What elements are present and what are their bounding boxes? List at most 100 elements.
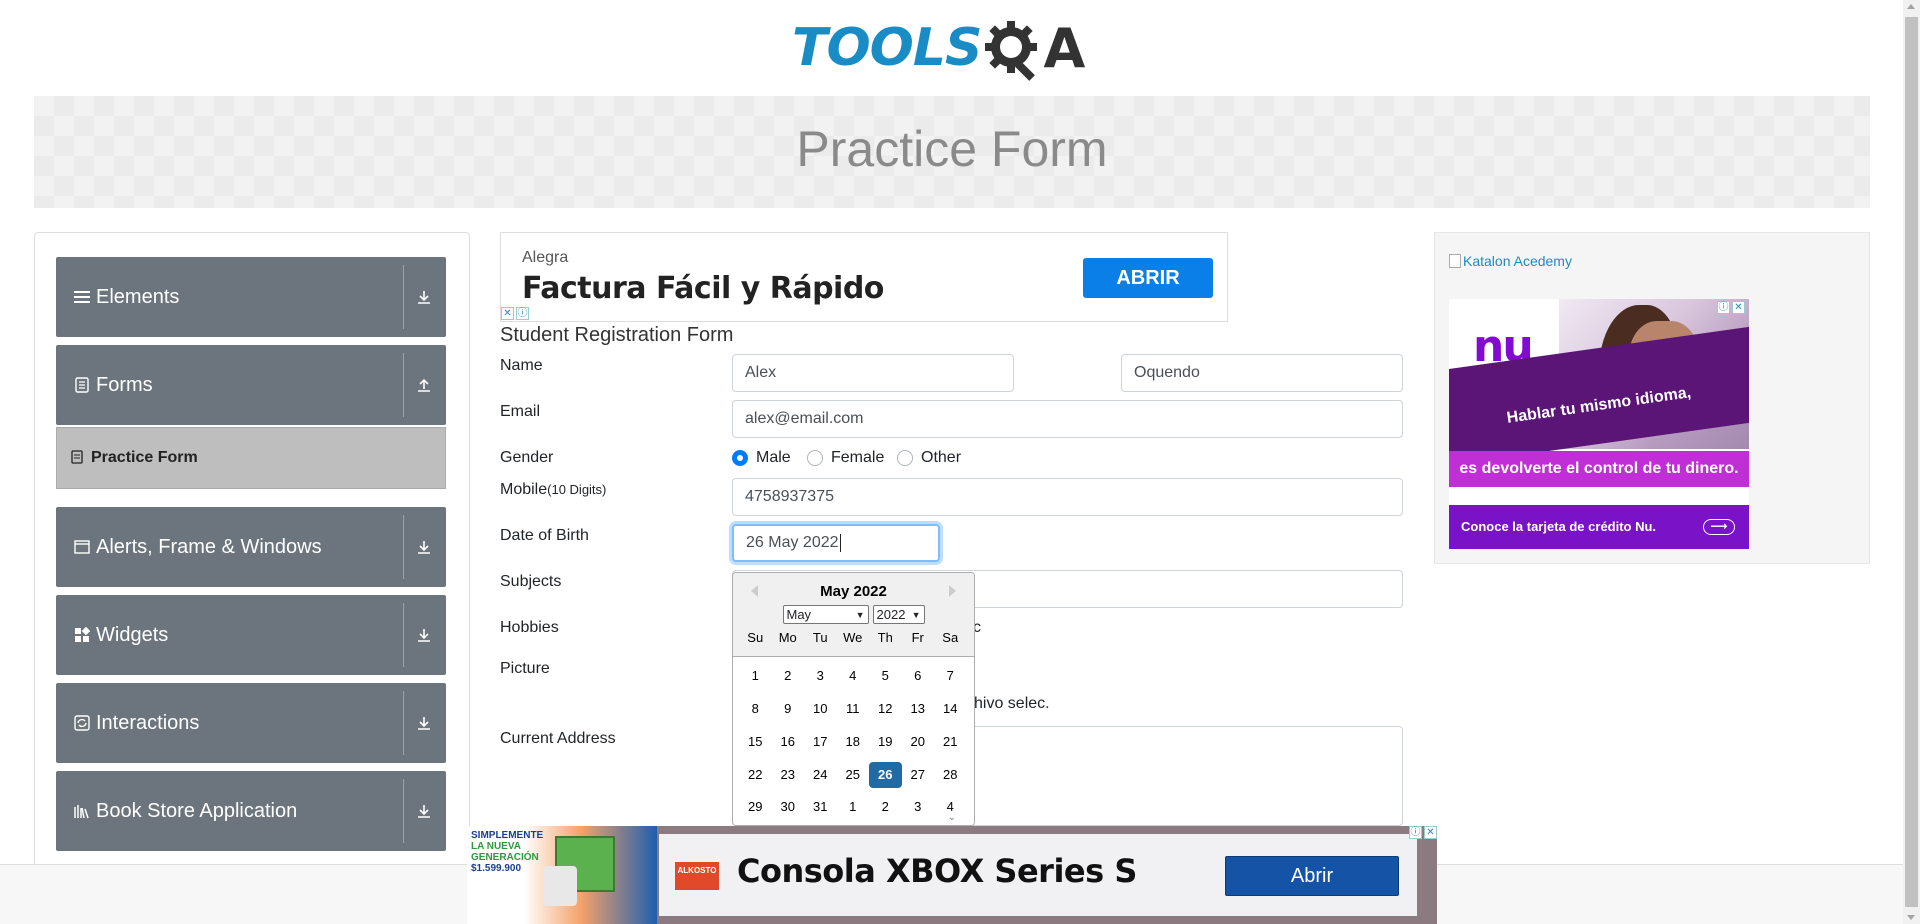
next-month-icon[interactable] xyxy=(949,585,956,597)
day-cell[interactable]: 16 xyxy=(772,729,805,755)
day-cell[interactable]: 1 xyxy=(739,663,772,689)
group-separator xyxy=(403,779,404,843)
document-icon xyxy=(74,377,90,393)
month-select-value: May xyxy=(786,607,812,622)
day-cell[interactable]: 15 xyxy=(739,729,772,755)
close-icon[interactable]: ✕ xyxy=(1424,826,1437,839)
email-input[interactable]: alex@email.com xyxy=(732,400,1403,438)
sidebar: Elements Forms Practice Form Alerts, Fra… xyxy=(34,232,470,912)
day-cell[interactable]: 21 xyxy=(934,729,967,755)
nu-ad[interactable]: nu Hablar tu mismo idioma, es devolverte… xyxy=(1449,299,1749,549)
day-cell[interactable]: 19 xyxy=(869,729,902,755)
day-cell[interactable]: 13 xyxy=(902,696,935,722)
day-cell[interactable]: 2 xyxy=(772,663,805,689)
day-cell[interactable]: 5 xyxy=(869,663,902,689)
day-cell[interactable]: 25 xyxy=(837,762,870,788)
mobile-input[interactable]: 4758937375 xyxy=(732,478,1403,516)
file-input-status[interactable]: hivo selec. xyxy=(974,695,1050,713)
sidebar-group-forms[interactable]: Forms xyxy=(56,345,446,425)
gender-radio-other[interactable]: Other xyxy=(897,449,961,467)
gender-radio-female[interactable]: Female xyxy=(807,449,884,467)
day-cell[interactable]: 18 xyxy=(837,729,870,755)
sidebar-group-elements[interactable]: Elements xyxy=(56,257,446,337)
day-cell[interactable]: 27 xyxy=(902,762,935,788)
day-cell[interactable]: 11 xyxy=(837,696,870,722)
day-cell[interactable]: 8 xyxy=(739,696,772,722)
page-scrollbar[interactable] xyxy=(1903,0,1920,924)
day-cell[interactable]: 24 xyxy=(804,762,837,788)
year-select[interactable]: 2022 ▼ xyxy=(872,605,925,624)
broken-image-icon xyxy=(1449,254,1461,268)
sidebar-group-interactions[interactable]: Interactions xyxy=(56,683,446,763)
toolsqa-logo[interactable]: TOOLS A xyxy=(792,10,1112,86)
ad-open-button[interactable]: ABRIR xyxy=(1083,258,1213,298)
day-cell[interactable]: 1 xyxy=(837,794,870,820)
close-icon[interactable]: ✕ xyxy=(501,307,514,320)
day-cell[interactable]: 2 xyxy=(869,794,902,820)
download-arrow-icon[interactable] xyxy=(410,257,438,337)
books-icon xyxy=(74,803,90,819)
day-cell[interactable]: 23 xyxy=(772,762,805,788)
form-icon xyxy=(71,449,83,467)
ad-banner-bottom[interactable]: SIMPLEMENTE LA NUEVA GENERACIÓN $1.599.9… xyxy=(467,826,1437,924)
date-picker-selects: May ▼ 2022 ▼ xyxy=(733,605,974,624)
ad-choices[interactable]: ⓘ ✕ xyxy=(1717,301,1745,314)
group-separator xyxy=(403,353,404,417)
day-cell[interactable]: 31 xyxy=(804,794,837,820)
day-cell[interactable]: 10 xyxy=(804,696,837,722)
day-cell[interactable]: 17 xyxy=(804,729,837,755)
day-cell[interactable]: 3 xyxy=(804,663,837,689)
info-icon[interactable]: ⓘ xyxy=(1409,826,1422,839)
scroll-down-icon[interactable] xyxy=(1907,915,1915,920)
sidebar-group-book-store[interactable]: Book Store Application xyxy=(56,771,446,851)
ad-banner-top[interactable]: Alegra Factura Fácil y Rápido ABRIR ✕ ⓘ xyxy=(500,232,1228,322)
date-of-birth-input[interactable]: 26 May 2022 xyxy=(732,524,940,562)
day-cell[interactable]: 30 xyxy=(772,794,805,820)
close-icon[interactable]: ✕ xyxy=(1732,301,1745,314)
date-picker-popup[interactable]: May 2022 May ▼ 2022 ▼ Su Mo Tu We Th Fr Sa xyxy=(732,572,975,826)
ad-footer[interactable]: Conoce la tarjeta de crédito Nu. ⟶ xyxy=(1449,505,1749,549)
day-cell[interactable]: 9 xyxy=(772,696,805,722)
day-cell[interactable]: 4 xyxy=(837,663,870,689)
ad-choices[interactable]: ✕ ⓘ xyxy=(501,307,529,320)
text-cursor xyxy=(839,534,841,552)
download-arrow-icon[interactable] xyxy=(410,771,438,851)
month-select[interactable]: May ▼ xyxy=(782,605,869,624)
ad-open-button[interactable]: Abrir xyxy=(1225,856,1399,896)
broken-image-link[interactable]: Katalon Acedemy xyxy=(1449,253,1572,269)
radio-dot[interactable] xyxy=(897,450,913,466)
download-arrow-icon[interactable] xyxy=(410,683,438,763)
sidebar-item-practice-form[interactable]: Practice Form xyxy=(56,427,446,489)
info-icon[interactable]: ⓘ xyxy=(516,307,529,320)
day-cell-selected[interactable]: 26 xyxy=(869,762,902,788)
last-name-input[interactable]: Oquendo xyxy=(1121,354,1403,392)
weekday-label: Mo xyxy=(778,630,797,645)
day-cell[interactable]: 14 xyxy=(934,696,967,722)
info-icon[interactable]: ⓘ xyxy=(1717,301,1730,314)
scroll-up-icon[interactable] xyxy=(1907,4,1915,9)
download-arrow-icon[interactable] xyxy=(410,507,438,587)
day-cell[interactable]: 12 xyxy=(869,696,902,722)
mobile-label: Mobile(10 Digits) xyxy=(500,481,606,499)
day-cell[interactable]: 28 xyxy=(934,762,967,788)
radio-dot[interactable] xyxy=(807,450,823,466)
upload-arrow-icon[interactable] xyxy=(410,345,438,425)
day-cell[interactable]: 7 xyxy=(934,663,967,689)
day-cell[interactable]: 29 xyxy=(739,794,772,820)
ad-sidebar-right[interactable]: Katalon Acedemy nu Hablar tu mismo idiom… xyxy=(1434,232,1870,564)
sidebar-group-alerts[interactable]: Alerts, Frame & Windows xyxy=(56,507,446,587)
arrow-right-icon[interactable]: ⟶ xyxy=(1703,519,1735,535)
gear-magnifier-icon xyxy=(983,19,1041,81)
hobbies-label: Hobbies xyxy=(500,619,559,636)
download-arrow-icon[interactable] xyxy=(410,595,438,675)
ad-choices[interactable]: ⓘ ✕ xyxy=(1409,826,1437,839)
radio-dot[interactable] xyxy=(732,450,748,466)
scroll-thumb[interactable] xyxy=(1905,17,1918,907)
sidebar-group-widgets[interactable]: Widgets xyxy=(56,595,446,675)
day-cell[interactable]: 22 xyxy=(739,762,772,788)
gender-radio-male[interactable]: Male xyxy=(732,449,791,467)
first-name-input[interactable]: Alex xyxy=(732,354,1014,392)
day-cell[interactable]: 6 xyxy=(902,663,935,689)
day-cell[interactable]: 20 xyxy=(902,729,935,755)
day-cell[interactable]: 3 xyxy=(902,794,935,820)
